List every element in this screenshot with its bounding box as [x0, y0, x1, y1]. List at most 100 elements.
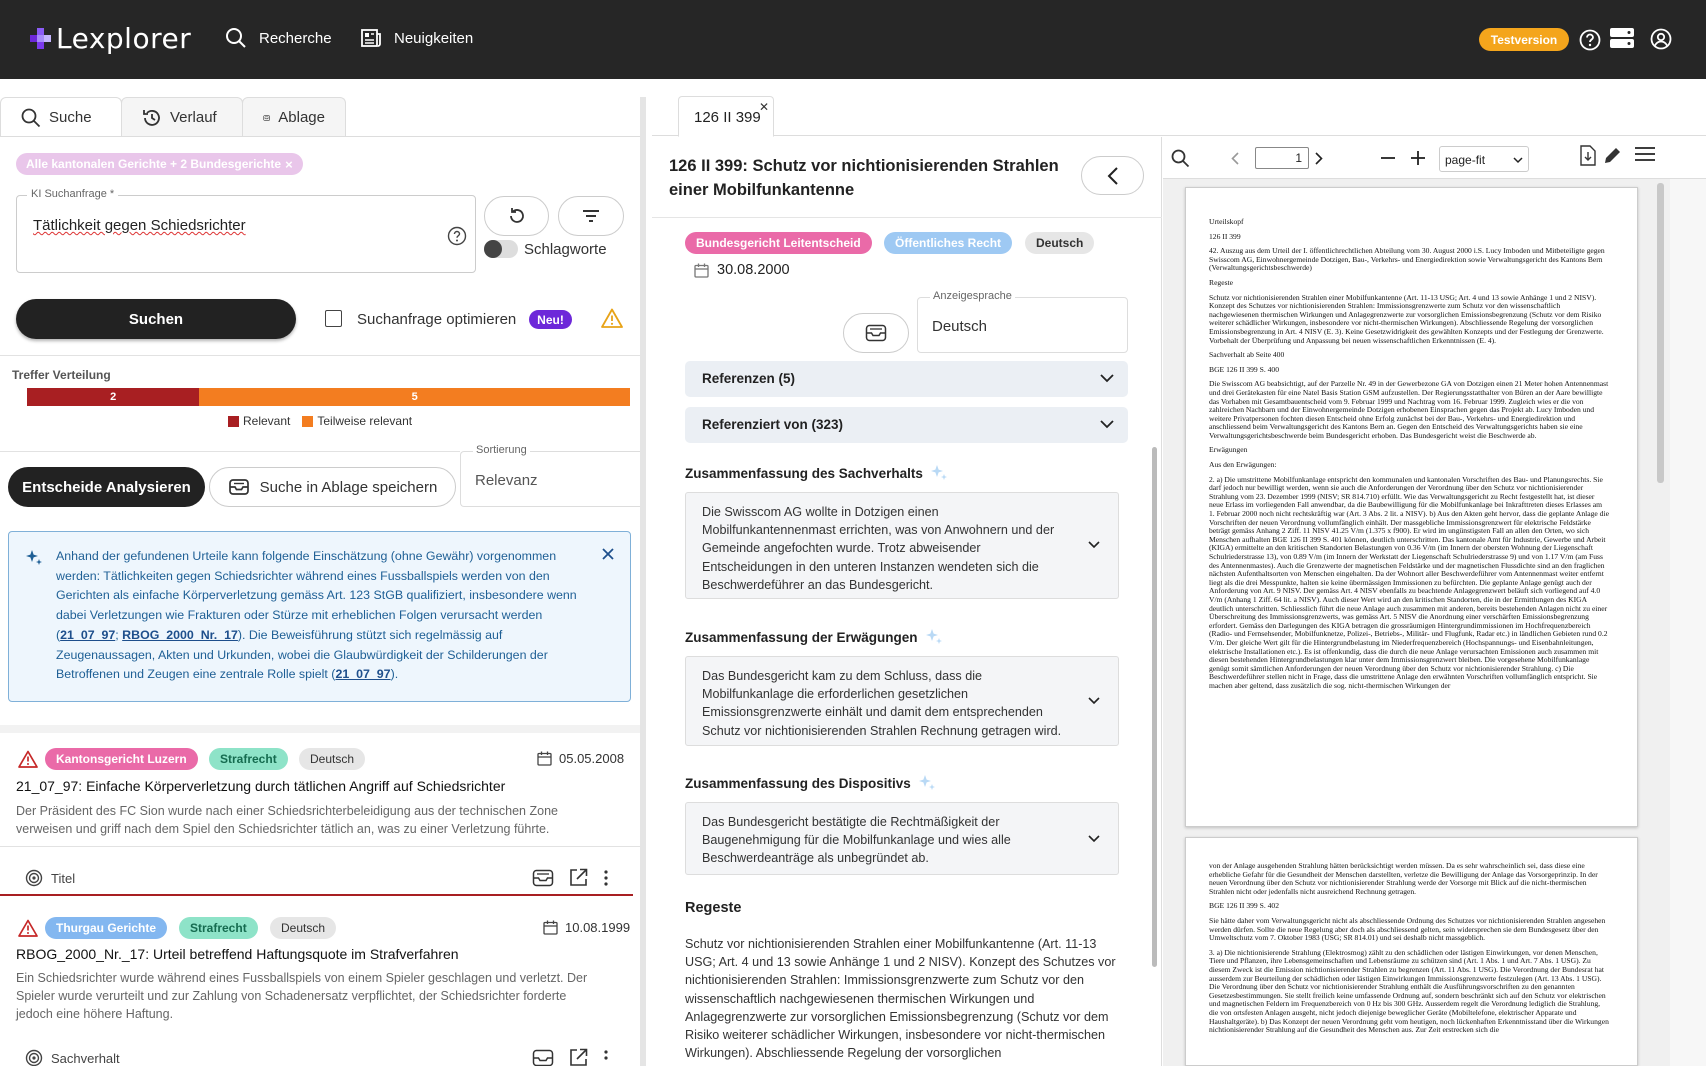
close-icon[interactable]: ✕ [759, 100, 769, 114]
document-date: 30.08.2000 [694, 262, 790, 278]
referenzen-accordion[interactable]: Referenzen (5) [685, 361, 1128, 397]
treffer-segment-relevant[interactable]: 2 [27, 388, 200, 406]
result-match-label: Titel [51, 870, 76, 886]
pdf-paragraph: Schutz vor nichtionisierenden Strahlen e… [1209, 292, 1604, 345]
open-external-icon[interactable] [569, 868, 588, 887]
back-button[interactable] [1081, 156, 1144, 195]
close-icon[interactable] [602, 548, 614, 560]
chevron-left-icon[interactable] [1231, 152, 1239, 165]
tab-suche[interactable]: Suche [0, 97, 122, 137]
legend-swatch-partial [302, 415, 314, 427]
filter-button[interactable] [558, 196, 624, 236]
result-item[interactable]: Thurgau Gerichte Strafrecht Deutsch 10.0… [0, 903, 640, 1066]
ai-summary-text: Anhand der gefundenen Urteile kann folge… [56, 547, 584, 685]
sort-label: Sortierung [473, 444, 530, 456]
inbox-icon [228, 479, 249, 495]
scrollbar[interactable] [1152, 447, 1157, 967]
nav-recherche[interactable]: Recherche [225, 27, 332, 49]
reset-button[interactable] [484, 196, 549, 236]
ai-link-21-07-97-second[interactable]: 21_07_97 [335, 667, 390, 681]
save-to-ablage-button[interactable] [843, 313, 909, 353]
result-item[interactable]: Kantonsgericht Luzern Strafrecht Deutsch… [0, 733, 640, 899]
pdf-paragraph: Sachverhalt ab Seite 400 [1209, 350, 1285, 360]
top-bar: Lexplorer Recherche Neuigkeiten Testvers… [0, 0, 1706, 79]
search-button[interactable]: Suchen [16, 299, 296, 339]
close-icon[interactable]: × [285, 157, 293, 172]
sparkle-icon [918, 775, 935, 790]
warning-icon[interactable] [601, 308, 623, 328]
panel-resize-handle[interactable] [640, 97, 646, 1066]
more-vertical-icon[interactable] [603, 869, 609, 887]
referenziert-accordion[interactable]: Referenziert von (323) [685, 407, 1128, 443]
result-date: 10.08.1999 [543, 920, 630, 935]
save-search-button[interactable]: Suche in Ablage speichern [209, 467, 456, 507]
pen-icon[interactable] [1603, 146, 1622, 165]
pdf-page-1: Urteilskopf 126 II 399 42. Auszug aus de… [1185, 187, 1638, 827]
chevron-down-icon [1100, 420, 1114, 429]
court-filter-chip[interactable]: Alle kantonalen Gerichte + 2 Bundesgeric… [16, 153, 303, 175]
zoom-out-icon[interactable] [1381, 157, 1395, 159]
analyse-button[interactable]: Entscheide Analysieren [8, 467, 205, 507]
tab-ablage-label: Ablage [278, 109, 325, 126]
download-icon[interactable] [1579, 145, 1596, 166]
pdf-page-input[interactable]: 1 [1255, 147, 1309, 169]
ai-link-21-07-97[interactable]: 21_07_97 [60, 628, 115, 642]
target-icon [25, 1049, 43, 1066]
tab-verlauf[interactable]: Verlauf [121, 97, 243, 137]
pdf-paragraph: 42. Auszug aus dem Urteil der I. öffentl… [1209, 246, 1605, 273]
inbox-icon [263, 114, 270, 121]
help-icon[interactable] [1579, 29, 1601, 51]
document-tab-label: 126 II 399 [694, 109, 761, 126]
pdf-paragraph: Aus den Erwägungen: [1209, 460, 1277, 470]
zoom-in-icon[interactable] [1411, 151, 1425, 165]
regeste-text: Schutz vor nichtionisierenden Strahlen e… [685, 937, 1116, 1061]
newspaper-icon [361, 29, 381, 47]
ki-search-field[interactable]: KI Suchanfrage * Tätlichkeit gegen Schie… [16, 188, 476, 273]
logo[interactable]: Lexplorer [30, 22, 191, 55]
pdf-zoom-select[interactable]: page-fit [1439, 146, 1529, 172]
court-chip: Bundesgericht Leitentscheid [685, 232, 872, 254]
dispositiv-summary[interactable]: Das Bundesgericht bestätigte die Rechtmä… [685, 802, 1119, 875]
ki-search-value[interactable]: Tätlichkeit gegen Schiedsrichter [33, 217, 246, 234]
search-icon[interactable] [1171, 149, 1190, 168]
pdf-paragraph: Die Swisscom AG beabsichtigt, auf der Pa… [1209, 379, 1609, 440]
chevron-down-icon [1100, 374, 1114, 383]
court-chip: Kantonsgericht Luzern [45, 748, 198, 770]
logo-text: Lexplorer [56, 22, 192, 55]
testversion-badge[interactable]: Testversion [1479, 28, 1569, 51]
schlagworte-toggle[interactable] [484, 240, 518, 258]
tab-ablage[interactable]: Ablage [242, 97, 346, 137]
inbox-icon[interactable] [532, 1049, 554, 1066]
chevron-right-icon[interactable] [1315, 152, 1323, 165]
ai-link-rbog[interactable]: RBOG_2000_Nr._17 [122, 628, 238, 642]
open-external-icon[interactable] [569, 1048, 588, 1066]
sachverhalt-summary[interactable]: Die Swisscom AG wollte in Dotzigen einen… [685, 492, 1119, 599]
sachverhalt-text: Die Swisscom AG wollte in Dotzigen einen… [702, 505, 1055, 592]
menu-icon[interactable] [1635, 146, 1655, 162]
server-icon[interactable] [1609, 27, 1635, 49]
optimize-checkbox[interactable] [325, 310, 342, 327]
display-language-select[interactable]: Anzeigesprache Deutsch [917, 290, 1128, 353]
result-date-value: 05.05.2008 [559, 751, 625, 766]
document-tab[interactable]: 126 II 399 ✕ [678, 96, 774, 137]
sort-select[interactable]: Sortierung Relevanz [460, 444, 645, 507]
tabs-divider [0, 136, 640, 137]
scrollbar[interactable] [1657, 183, 1664, 483]
pdf-paragraph: BGE 126 II 399 S. 400 [1209, 364, 1280, 374]
inbox-icon[interactable] [532, 869, 554, 887]
user-icon[interactable] [1650, 28, 1672, 50]
erwaegungen-summary[interactable]: Das Bundesgericht kam zu dem Schluss, da… [685, 656, 1119, 746]
result-title[interactable]: RBOG_2000_Nr._17: Urteil betreffend Haft… [16, 946, 459, 962]
more-vertical-icon[interactable] [603, 1049, 609, 1066]
nav-neuigkeiten[interactable]: Neuigkeiten [360, 27, 473, 49]
pdf-paragraph: Sie hätte daher vom Verwaltungsgericht n… [1209, 915, 1606, 943]
help-icon[interactable] [447, 226, 467, 246]
nav-neuigkeiten-label: Neuigkeiten [394, 29, 474, 47]
dispositiv-heading-text: Zusammenfassung des Dispositivs [685, 775, 911, 791]
result-actions [532, 868, 624, 887]
result-title[interactable]: 21_07_97: Einfache Körperverletzung durc… [16, 778, 505, 794]
pdf-paragraph: 3. a) Die nichtionisierende Strahlung (E… [1209, 947, 1609, 1035]
dispositiv-text: Das Bundesgericht bestätigte die Rechtmä… [702, 815, 1011, 866]
treffer-segment-partial[interactable]: 5 [199, 388, 630, 406]
chevron-down-icon [1088, 541, 1100, 549]
